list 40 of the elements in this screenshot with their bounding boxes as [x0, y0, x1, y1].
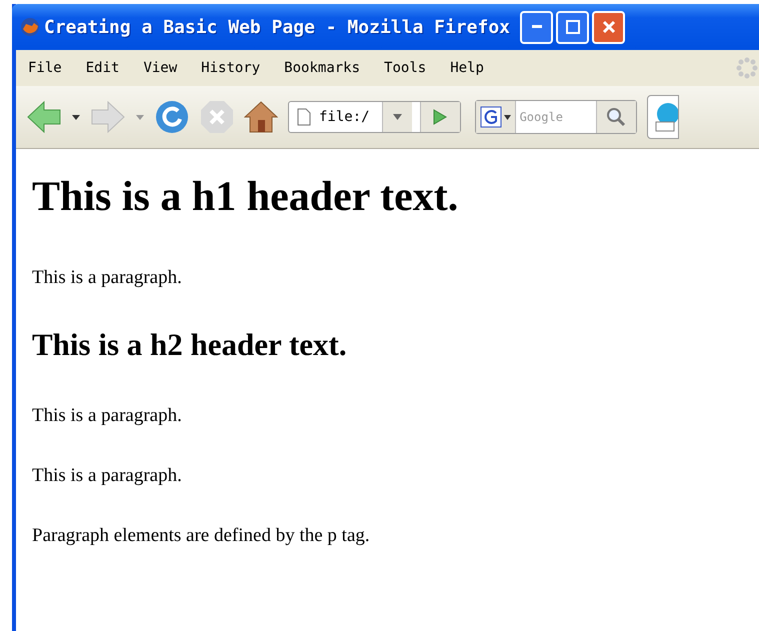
- menu-item[interactable]: Help: [450, 60, 484, 76]
- minimize-icon: [532, 25, 542, 29]
- menu-item[interactable]: Tools: [384, 60, 426, 76]
- minimize-button[interactable]: [520, 10, 553, 44]
- close-button[interactable]: [592, 10, 625, 44]
- browser-logo-icon: [20, 17, 40, 37]
- search-icon: [606, 107, 626, 127]
- extension-button[interactable]: [646, 95, 679, 139]
- menu-item[interactable]: Bookmarks: [284, 60, 360, 76]
- home-icon[interactable]: [244, 100, 278, 134]
- close-icon: [602, 20, 616, 34]
- address-text: file:/: [319, 109, 371, 125]
- address-bar[interactable]: file:/: [288, 101, 461, 133]
- menu-item[interactable]: View: [143, 60, 178, 76]
- search-button[interactable]: [596, 101, 636, 133]
- play-arrow-icon: [433, 109, 448, 125]
- search-engine-button[interactable]: [476, 101, 516, 133]
- paragraph: This is a paragraph.: [32, 465, 183, 487]
- paragraph: Paragraph elements are defined by the p tag.: [32, 525, 371, 547]
- letter-g-logo-icon: [480, 106, 502, 128]
- maximize-icon: [566, 20, 580, 34]
- caret-icon: [504, 114, 511, 120]
- paragraph: This is a paragraph.: [32, 267, 183, 289]
- reload-icon[interactable]: [154, 99, 190, 135]
- page-heading: This is a h1 header text.: [32, 173, 460, 221]
- menu-item[interactable]: Edit: [86, 60, 120, 76]
- back-arrow-icon[interactable]: [26, 100, 62, 134]
- menu-item[interactable]: History: [201, 60, 260, 76]
- throbber-icon: [736, 57, 758, 79]
- window-title: Creating a Basic Web Page - Mozilla Firefox: [44, 16, 510, 38]
- maximize-button[interactable]: [556, 10, 589, 44]
- section-heading: This is a h2 header text.: [32, 327, 348, 363]
- history-dropdown-button[interactable]: [382, 102, 412, 132]
- menu-item[interactable]: File: [28, 60, 62, 76]
- paragraph: This is a paragraph.: [32, 405, 183, 427]
- go-button[interactable]: [420, 102, 460, 132]
- search-box[interactable]: Google: [474, 100, 637, 134]
- page-icon: [297, 108, 311, 126]
- caret-icon[interactable]: [72, 114, 80, 120]
- caret-icon: [392, 114, 402, 120]
